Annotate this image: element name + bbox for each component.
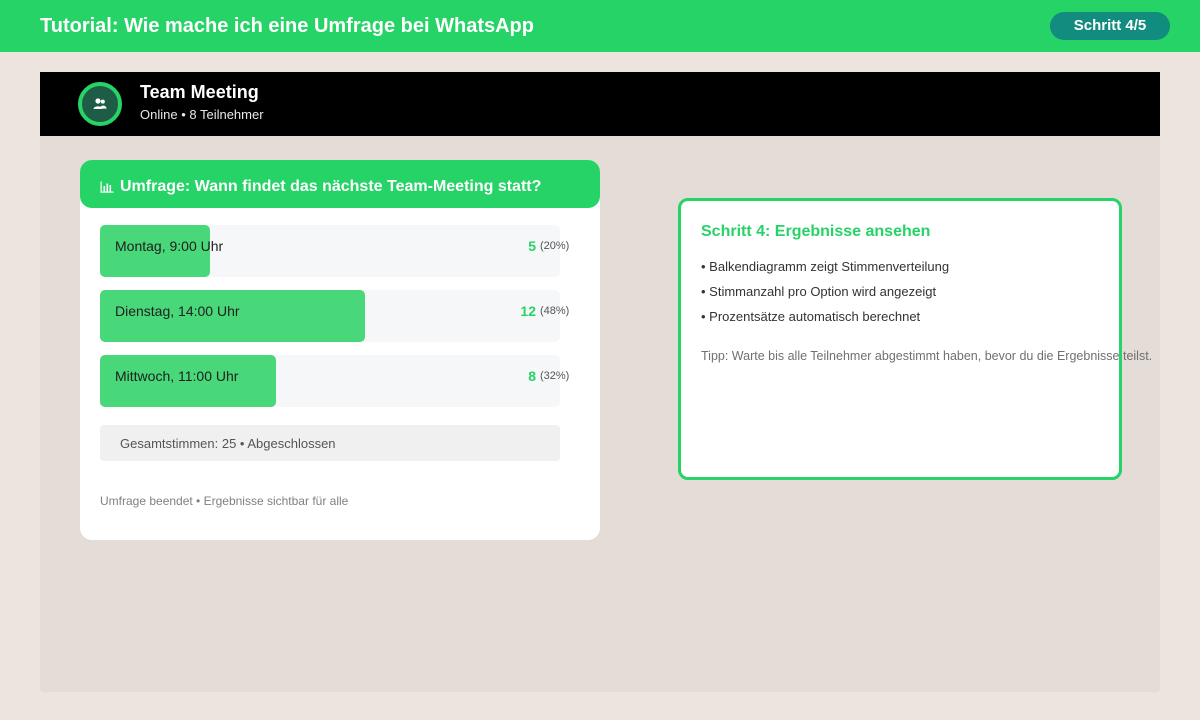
step-indicator: Schritt 4/5 <box>1050 12 1170 40</box>
poll-option[interactable]: Montag, 9:00 Uhr 5 (20%) <box>100 225 569 277</box>
chat-title[interactable]: Team Meeting <box>140 82 259 103</box>
option-label: Dienstag, 14:00 Uhr <box>115 303 240 319</box>
poll-question: Umfrage: Wann findet das nächste Team-Me… <box>120 178 542 195</box>
poll-option[interactable]: Dienstag, 14:00 Uhr 12 (48%) <box>100 290 569 342</box>
option-label: Montag, 9:00 Uhr <box>115 238 224 254</box>
poll-footer: Umfrage beendet • Ergebnisse sichtbar fü… <box>100 494 349 508</box>
poll-header: Umfrage: Wann findet das nächste Team-Me… <box>80 160 600 208</box>
option-percent: (48%) <box>540 305 570 317</box>
total-votes: Gesamtstimmen: 25 • Abgeschlossen <box>120 436 336 451</box>
instruction-tip: Tipp: Warte bis alle Teilnehmer abgestim… <box>701 349 1153 363</box>
bar-chart-icon <box>100 181 114 193</box>
chat-window: Team Meeting Online • 8 Teilnehmer Umfra… <box>40 72 1160 692</box>
group-icon <box>92 96 108 112</box>
option-percent: (32%) <box>540 370 570 382</box>
tutorial-banner: Tutorial: Wie mache ich eine Umfrage bei… <box>0 0 1200 52</box>
instruction-card: Schritt 4: Ergebnisse ansehen • Balkendi… <box>678 198 1152 480</box>
instruction-item: • Balkendiagramm zeigt Stimmenverteilung <box>701 259 950 274</box>
option-label: Mittwoch, 11:00 Uhr <box>115 368 239 384</box>
chat-status: Online • 8 Teilnehmer <box>140 107 264 122</box>
poll-option[interactable]: Mittwoch, 11:00 Uhr 8 (32%) <box>100 355 569 407</box>
poll-question-row: Umfrage: Wann findet das nächste Team-Me… <box>100 178 541 196</box>
option-vote-count: 5 <box>528 238 536 254</box>
option-vote-count: 12 <box>520 303 536 319</box>
instruction-item: • Prozentsätze automatisch berechnet <box>701 309 921 324</box>
poll-card: Umfrage: Wann findet das nächste Team-Me… <box>80 160 600 540</box>
tutorial-title: Tutorial: Wie mache ich eine Umfrage bei… <box>40 15 534 37</box>
instruction-list: • Balkendiagramm zeigt Stimmenverteilung… <box>701 259 949 334</box>
total-votes-box: Gesamtstimmen: 25 • Abgeschlossen <box>100 425 560 461</box>
instruction-title: Schritt 4: Ergebnisse ansehen <box>701 223 931 240</box>
group-avatar[interactable] <box>78 82 122 126</box>
instruction-item: • Stimmanzahl pro Option wird angezeigt <box>701 284 937 299</box>
option-percent: (20%) <box>540 240 570 252</box>
chat-header: Team Meeting Online • 8 Teilnehmer <box>40 72 1160 136</box>
option-vote-count: 8 <box>528 368 536 384</box>
